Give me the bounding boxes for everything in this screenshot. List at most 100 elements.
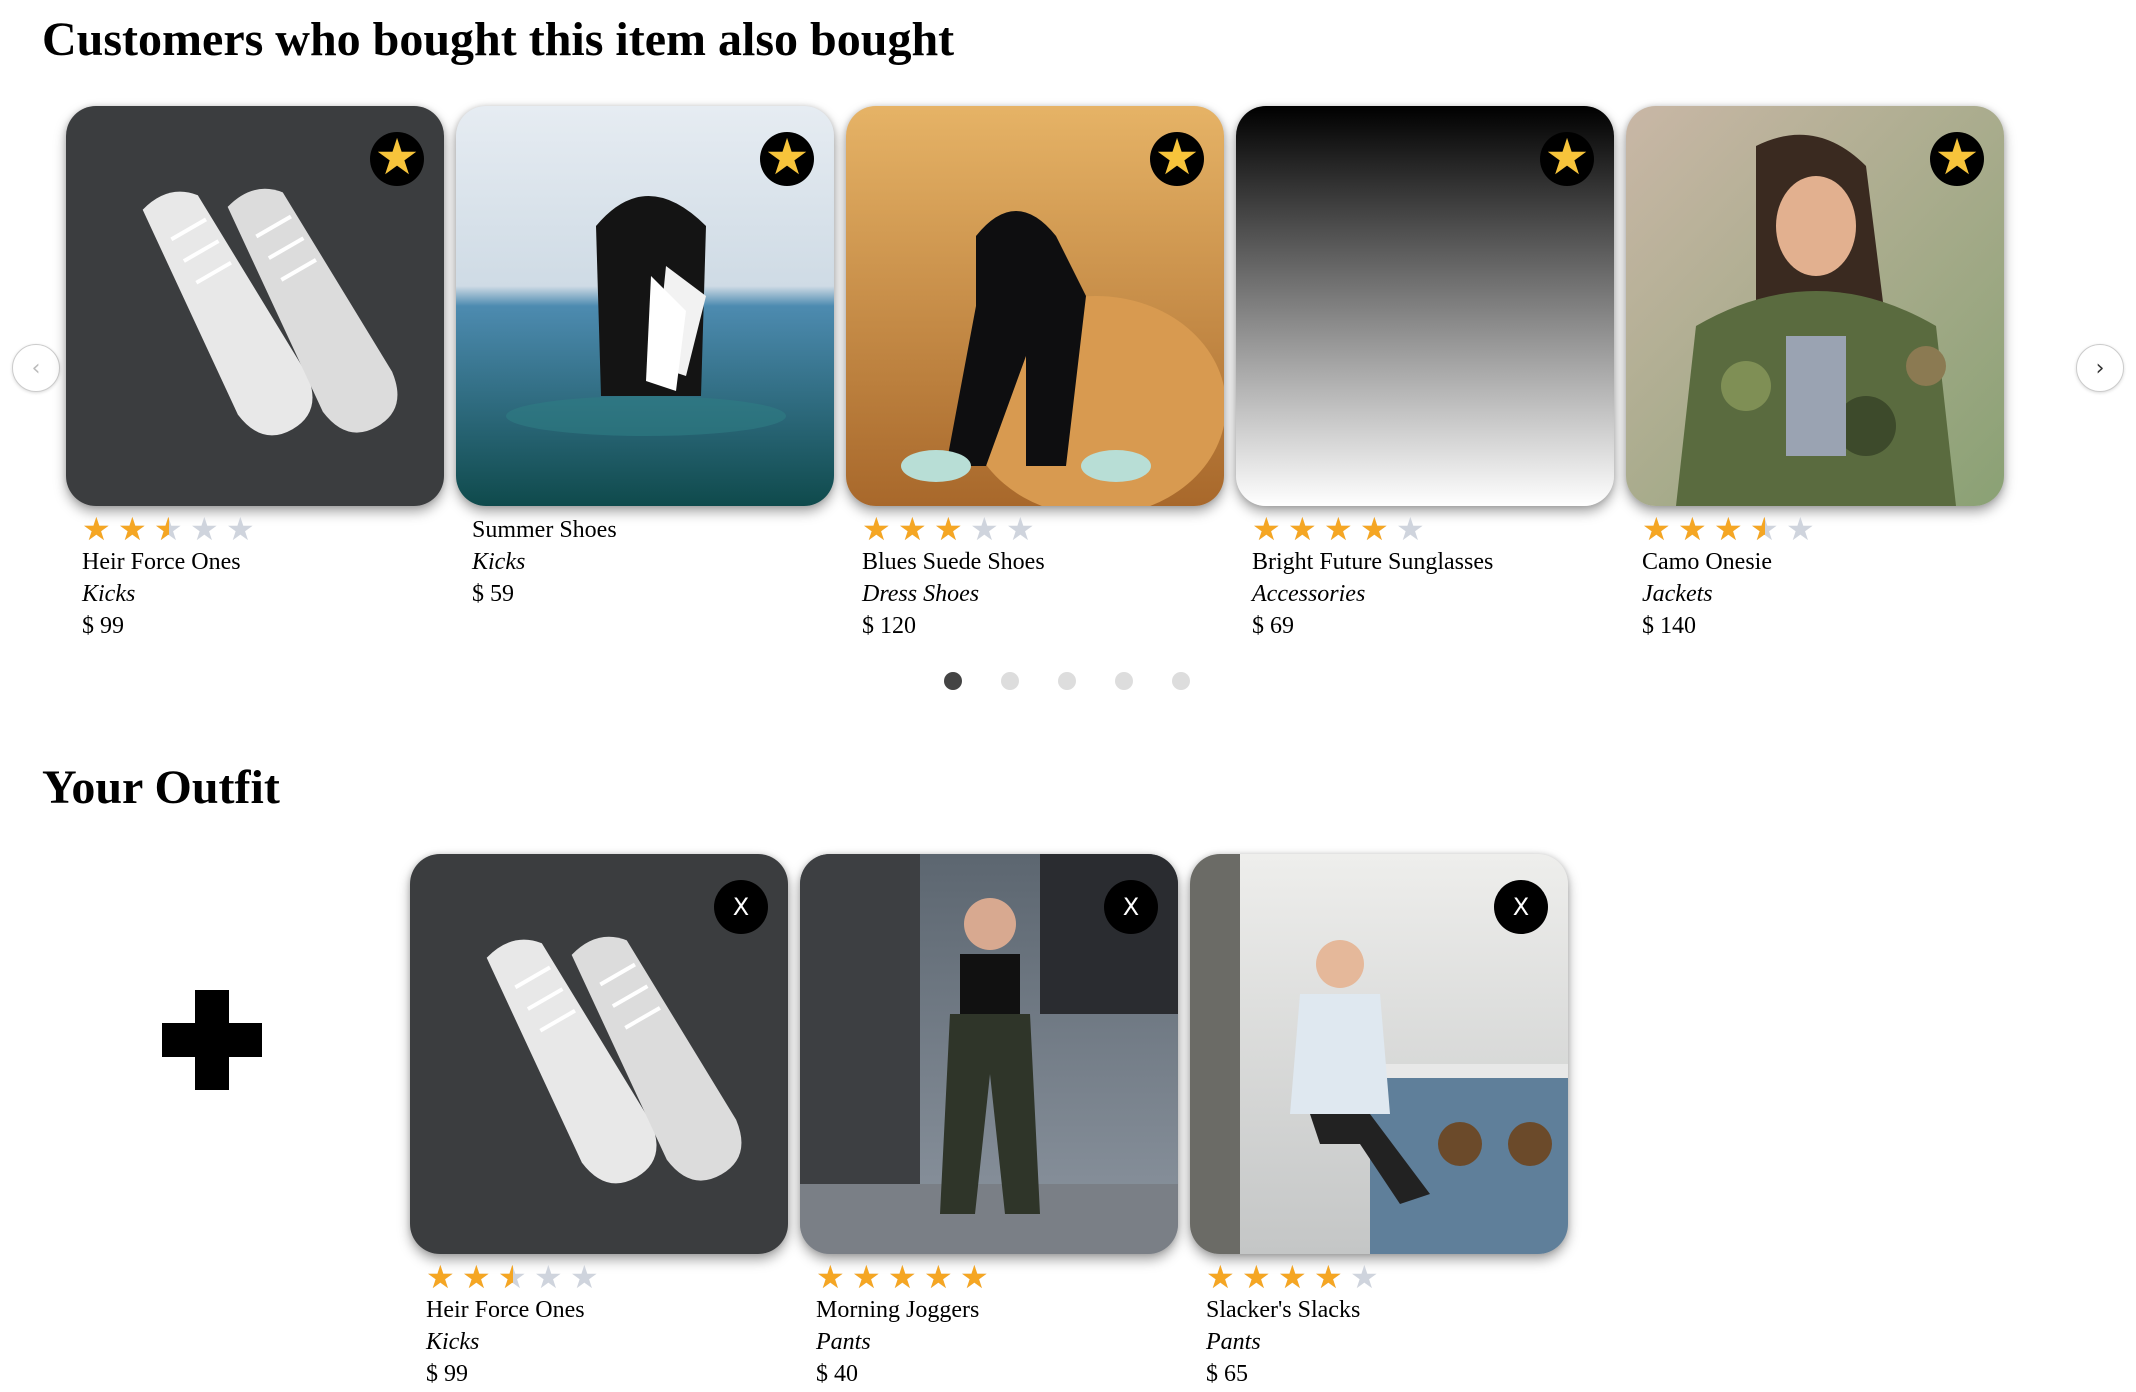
outfit-card-image[interactable]: X xyxy=(800,854,1178,1254)
product-price: $ 69 xyxy=(1252,613,1294,639)
pagination-dot[interactable] xyxy=(944,672,962,690)
rating-star-fill: ★ xyxy=(498,1262,513,1292)
product-name[interactable]: Heir Force Ones xyxy=(82,546,462,578)
product-card-image[interactable]: ★ xyxy=(846,106,1224,506)
rating-star-icon: ★★ xyxy=(970,510,999,548)
add-favorite-star-button[interactable]: ★ xyxy=(760,132,814,186)
rating-star-fill: ★ xyxy=(924,1262,953,1292)
rating-star-icon: ★★ xyxy=(1350,1258,1379,1296)
product-price: $ 65 xyxy=(1206,1361,1248,1387)
rating-star-fill: ★ xyxy=(1288,514,1317,544)
star-rating: ★★★★★★★★★★ xyxy=(1206,1258,1586,1296)
rating-star-icon: ★★ xyxy=(190,510,219,548)
add-to-outfit-button[interactable] xyxy=(162,990,262,1090)
star-rating: ★★★★★★★★★★ xyxy=(1642,510,2022,548)
remove-from-outfit-button[interactable]: X xyxy=(1494,880,1548,934)
product-card-image[interactable]: ★ xyxy=(66,106,444,506)
star-icon: ★ xyxy=(1544,128,1590,186)
rating-star-fill: ★ xyxy=(426,1262,455,1292)
your-outfit-title: Your Outfit xyxy=(42,761,280,814)
pagination-dot[interactable] xyxy=(1172,672,1190,690)
add-favorite-star-button[interactable]: ★ xyxy=(1930,132,1984,186)
rating-star-icon: ★★ xyxy=(1252,510,1281,548)
product-name[interactable]: Morning Joggers xyxy=(816,1294,1196,1326)
carousel-pagination xyxy=(944,672,1190,690)
product-price: $ 59 xyxy=(472,581,514,607)
product-price: $ 99 xyxy=(82,613,124,639)
rating-star-icon: ★★ xyxy=(82,510,111,548)
rating-star-fill: ★ xyxy=(862,514,891,544)
rating-star-fill: ★ xyxy=(1314,1262,1343,1292)
rating-star-icon: ★★ xyxy=(1642,510,1671,548)
star-rating: ★★★★★★★★★★ xyxy=(816,1258,1196,1296)
star-icon: ★ xyxy=(1154,128,1200,186)
product-info: ★★★★★★★★★★ Bright Future Sunglasses Acce… xyxy=(1252,510,1632,642)
rating-star-icon: ★★ xyxy=(1314,1258,1343,1296)
rating-star-fill: ★ xyxy=(1324,514,1353,544)
product-name[interactable]: Bright Future Sunglasses xyxy=(1252,546,1632,578)
product-info: ★★★★★★★★★★ Camo Onesie Jackets $ 140 xyxy=(1642,510,2022,642)
pagination-dot[interactable] xyxy=(1058,672,1076,690)
rating-star-fill: ★ xyxy=(1252,514,1281,544)
add-favorite-star-button[interactable]: ★ xyxy=(1540,132,1594,186)
outfit-product-info: ★★★★★★★★★★ Heir Force Ones Kicks $ 99 xyxy=(426,1258,806,1390)
product-info: Summer Shoes Kicks $ 59 xyxy=(472,514,852,610)
product-name[interactable]: Heir Force Ones xyxy=(426,1294,806,1326)
rating-star-fill: ★ xyxy=(960,1262,989,1292)
outfit-card-image[interactable]: X xyxy=(410,854,788,1254)
rating-star-icon: ★★ xyxy=(1396,510,1425,548)
rating-star-fill: ★ xyxy=(934,514,963,544)
product-card-image[interactable]: ★ xyxy=(456,106,834,506)
rating-star-icon: ★★ xyxy=(462,1258,491,1296)
pagination-dot[interactable] xyxy=(1115,672,1133,690)
add-favorite-star-button[interactable]: ★ xyxy=(370,132,424,186)
product-name[interactable]: Blues Suede Shoes xyxy=(862,546,1242,578)
star-icon: ★ xyxy=(764,128,810,186)
product-price: $ 40 xyxy=(816,1361,858,1387)
product-card-image[interactable]: ★ xyxy=(1236,106,1614,506)
remove-from-outfit-button[interactable]: X xyxy=(1104,880,1158,934)
rating-star-icon: ★★ xyxy=(534,1258,563,1296)
product-name[interactable]: Camo Onesie xyxy=(1642,546,2022,578)
rating-star-icon: ★★ xyxy=(1242,1258,1271,1296)
rating-star-icon: ★★ xyxy=(154,510,183,548)
rating-star-fill: ★ xyxy=(154,514,169,544)
remove-from-outfit-button[interactable]: X xyxy=(714,880,768,934)
plus-icon-vertical xyxy=(195,990,229,1090)
rating-star-fill: ★ xyxy=(1206,1262,1235,1292)
rating-star-icon: ★★ xyxy=(898,510,927,548)
rating-star-icon: ★★ xyxy=(1714,510,1743,548)
star-rating: ★★★★★★★★★★ xyxy=(1252,510,1632,548)
product-category: Jackets xyxy=(1642,581,1713,607)
add-favorite-star-button[interactable]: ★ xyxy=(1150,132,1204,186)
product-category: Kicks xyxy=(82,581,136,607)
rating-star-fill: ★ xyxy=(1750,514,1765,544)
product-card-image[interactable]: ★ xyxy=(1626,106,2004,506)
product-price: $ 120 xyxy=(862,613,916,639)
rating-star-icon: ★★ xyxy=(426,1258,455,1296)
rating-star-fill: ★ xyxy=(1714,514,1743,544)
product-category: Dress Shoes xyxy=(862,581,980,607)
rating-star-icon: ★★ xyxy=(1750,510,1779,548)
carousel-prev-button[interactable]: ‹ xyxy=(12,344,60,392)
product-price: $ 140 xyxy=(1642,613,1696,639)
pagination-dot[interactable] xyxy=(1001,672,1019,690)
rating-star-icon: ★★ xyxy=(226,510,255,548)
rating-star-icon: ★★ xyxy=(960,1258,989,1296)
rating-star-icon: ★★ xyxy=(1288,510,1317,548)
rating-star-fill: ★ xyxy=(82,514,111,544)
carousel-next-button[interactable]: › xyxy=(2076,344,2124,392)
rating-star-icon: ★★ xyxy=(498,1258,527,1296)
rating-star-icon: ★★ xyxy=(1678,510,1707,548)
rating-star-fill: ★ xyxy=(888,1262,917,1292)
outfit-card-image[interactable]: X xyxy=(1190,854,1568,1254)
rating-star-fill: ★ xyxy=(852,1262,881,1292)
rating-star-fill: ★ xyxy=(816,1262,845,1292)
related-products-title: Customers who bought this item also boug… xyxy=(42,13,955,66)
product-name[interactable]: Summer Shoes xyxy=(472,514,852,546)
product-category: Kicks xyxy=(426,1329,480,1355)
rating-star-fill: ★ xyxy=(118,514,147,544)
rating-star-icon: ★★ xyxy=(816,1258,845,1296)
product-name[interactable]: Slacker's Slacks xyxy=(1206,1294,1586,1326)
outfit-product-info: ★ ★ ★ ★ ★ ★ ★ ★ ★ ★ Morning Joggers Pants $ 40 xyxy=(816,1258,1196,1390)
